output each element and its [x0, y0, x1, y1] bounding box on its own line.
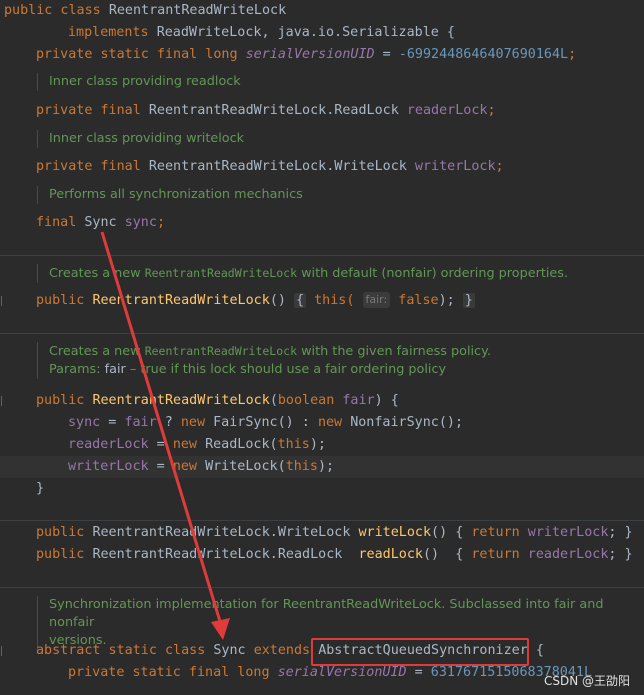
- annotation-arrow: [100, 231, 230, 640]
- annotation-arrow-head: [211, 618, 230, 640]
- annotation-arrow-line: [100, 231, 224, 629]
- watermark: CSDN @王劭阳: [543, 674, 630, 688]
